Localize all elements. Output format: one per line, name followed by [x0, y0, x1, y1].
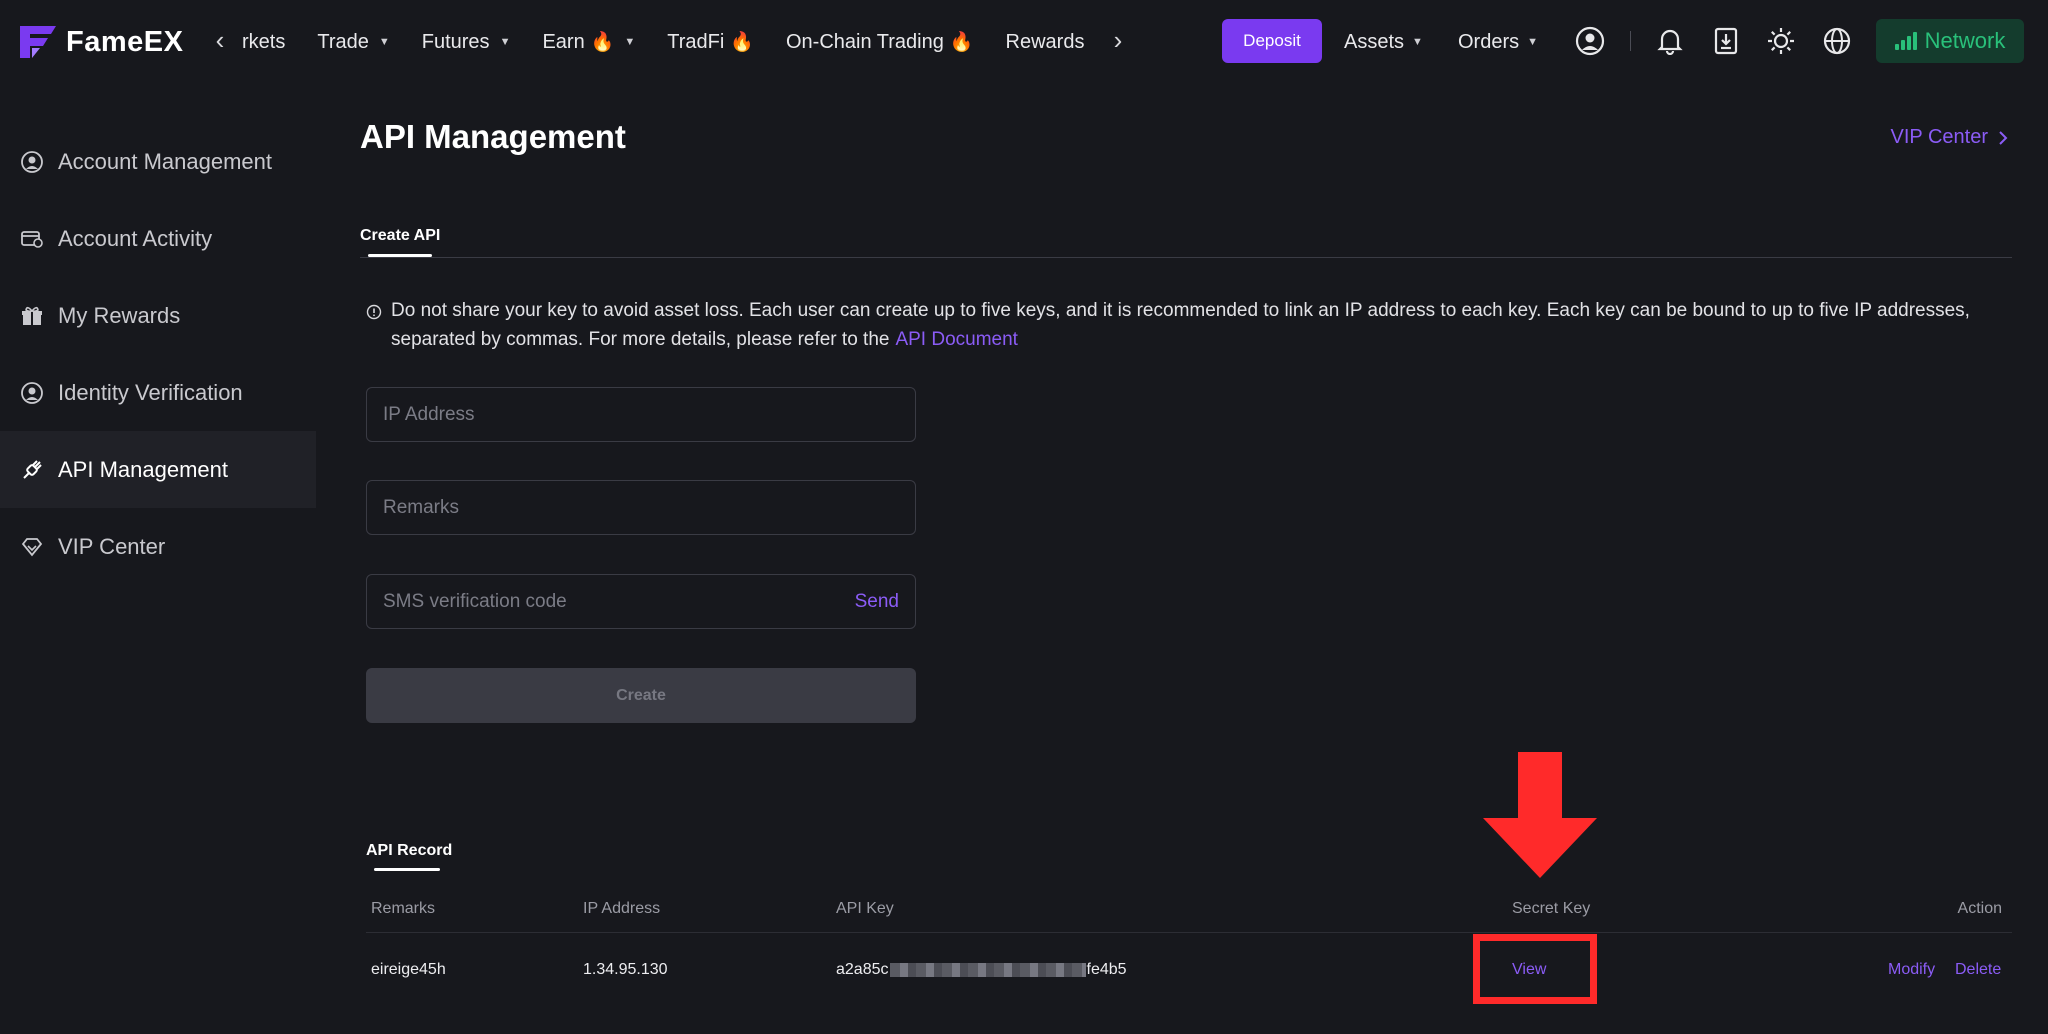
chevron-right-icon [1999, 130, 2008, 145]
remarks-input[interactable] [383, 496, 899, 519]
sms-code-input[interactable] [383, 590, 855, 613]
fire-icon: 🔥 [590, 32, 615, 53]
signal-bars-icon [1894, 32, 1917, 50]
id-verify-icon [20, 381, 44, 405]
sidebar-item-account-activity[interactable]: Account Activity [0, 200, 316, 277]
nav-scroll-left-icon[interactable]: ‹ [206, 26, 234, 54]
fameex-logo[interactable]: FameEX [18, 22, 183, 62]
tab-divider [360, 257, 2012, 258]
sidebar-item-account-management[interactable]: Account Management [0, 123, 316, 200]
page-title: API Management [360, 118, 626, 155]
fire-icon: 🔥 [730, 32, 754, 53]
sms-code-field[interactable]: Send [366, 574, 916, 629]
column-header-remarks: Remarks [371, 900, 436, 917]
nav-item-rkets[interactable]: rkets [242, 31, 285, 54]
main-nav: rkets Trade ▼ Futures ▼ Earn 🔥 ▼ TradFi 🔥 On-Chain… [242, 22, 1092, 62]
cell-ip: 1.34.95.130 [583, 961, 668, 978]
fire-icon: 🔥 [949, 32, 974, 53]
vip-center-link[interactable]: VIP Center [1891, 126, 2008, 149]
api-document-link[interactable]: API Document [895, 329, 1018, 350]
table-header-divider [366, 932, 2012, 933]
modify-link[interactable]: Modify [1888, 961, 1935, 979]
bell-icon[interactable] [1655, 26, 1685, 56]
sidebar-item-label: API Management [58, 456, 228, 482]
deposit-button[interactable]: Deposit [1222, 19, 1322, 63]
nav-item-label: Rewards [1005, 30, 1085, 53]
column-header-ip: IP Address [583, 900, 661, 917]
nav-item-label: Futures [421, 30, 490, 53]
remarks-field[interactable] [366, 480, 916, 535]
nav-item-label: Trade [317, 30, 369, 53]
logo-text: FameEX [66, 25, 184, 58]
chevron-down-icon: ▼ [1527, 36, 1539, 48]
sidebar-item-label: VIP Center [58, 533, 166, 559]
column-header-secret-key: Secret Key [1512, 900, 1591, 917]
header-divider [1630, 31, 1631, 51]
vip-center-label: VIP Center [1890, 126, 1988, 148]
activity-card-icon [20, 227, 44, 251]
nav-item-rewards[interactable]: Rewards [1006, 31, 1085, 54]
sidebar-item-vip-center[interactable]: VIP Center [0, 508, 316, 585]
nav-item-earn[interactable]: Earn 🔥 ▼ [542, 30, 635, 54]
annotation-highlight-box [1473, 934, 1597, 1004]
sidebar-item-label: Account Management [58, 148, 273, 174]
sidebar-item-api-management[interactable]: API Management [0, 431, 316, 508]
chevron-down-icon: ▼ [378, 36, 390, 48]
tab-create-api[interactable]: Create API [360, 227, 440, 245]
delete-link[interactable]: Delete [1955, 961, 2001, 979]
api-key-redacted-blur [889, 962, 1086, 977]
nav-item-label: rkets [242, 30, 286, 53]
ip-address-field[interactable] [366, 387, 916, 442]
api-key-suffix: fe4b5 [1086, 961, 1127, 978]
chevron-down-icon: ▼ [1412, 36, 1423, 48]
column-header-action: Action [1957, 900, 2002, 917]
assets-menu[interactable]: Assets ▼ [1344, 22, 1423, 62]
sidebar: Account Management Account Activity My Rew… [0, 82, 316, 1034]
annotation-arrow-icon [1483, 752, 1597, 878]
orders-menu[interactable]: Orders ▼ [1458, 22, 1538, 62]
nav-scroll-right-icon[interactable]: › [1104, 26, 1132, 54]
diamond-icon [20, 535, 44, 559]
network-status-button[interactable]: Network [1876, 19, 2024, 63]
ip-address-input[interactable] [383, 403, 899, 426]
api-plug-icon [20, 458, 44, 482]
chevron-down-icon: ▼ [624, 36, 636, 48]
api-key-prefix: a2a85c [836, 961, 889, 978]
sidebar-item-label: Account Activity [58, 225, 213, 251]
notice-body: Do not share your key to avoid asset los… [391, 300, 1970, 350]
nav-item-label: On-Chain Trading [785, 30, 944, 53]
sidebar-item-my-rewards[interactable]: My Rewards [0, 277, 316, 354]
sidebar-item-label: Identity Verification [58, 379, 243, 405]
chevron-down-icon: ▼ [499, 36, 511, 48]
nav-item-trade[interactable]: Trade ▼ [317, 31, 389, 54]
gift-icon [20, 304, 44, 328]
info-circle-icon [366, 304, 382, 320]
notice-text: Do not share your key to avoid asset los… [366, 296, 1996, 354]
cell-api-key: a2a85c fe4b5 [836, 961, 1127, 979]
orders-label: Orders [1458, 30, 1520, 53]
theme-sun-icon[interactable] [1766, 26, 1796, 56]
nav-item-label: Earn [542, 30, 585, 53]
assets-label: Assets [1344, 30, 1405, 53]
nav-item-tradfi[interactable]: TradFi 🔥 [667, 30, 754, 54]
nav-item-futures[interactable]: Futures ▼ [422, 31, 511, 54]
nav-item-on-chain-trading[interactable]: On-Chain Trading 🔥 [786, 30, 974, 54]
user-circle-icon [20, 150, 44, 174]
column-header-api-key: API Key [836, 900, 894, 917]
create-api-button[interactable]: Create [366, 668, 916, 723]
network-label: Network [1924, 28, 2006, 53]
sidebar-item-identity-verification[interactable]: Identity Verification [0, 354, 316, 431]
send-code-button[interactable]: Send [855, 591, 899, 613]
globe-icon[interactable] [1822, 26, 1852, 56]
nav-item-label: TradFi [667, 30, 725, 53]
download-icon[interactable] [1711, 26, 1741, 56]
cell-remarks: eireige45h [371, 961, 446, 978]
tab-api-record[interactable]: API Record [366, 842, 452, 860]
user-icon[interactable] [1575, 26, 1605, 56]
tab-active-indicator [374, 868, 440, 871]
fameex-logo-mark-icon [20, 26, 56, 58]
top-navigation-bar: FameEX ‹ rkets Trade ▼ Futures ▼ Earn 🔥 ▼ TradFi… [0, 0, 2048, 82]
sidebar-item-label: My Rewards [58, 302, 181, 328]
